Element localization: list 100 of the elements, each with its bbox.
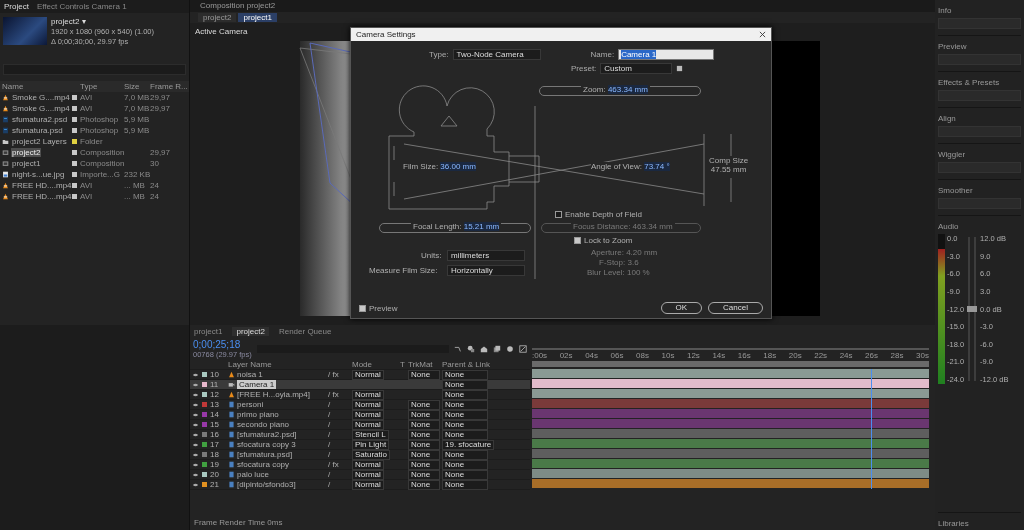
panel-header[interactable]: Preview	[938, 38, 1021, 51]
shape-icon[interactable]	[480, 345, 488, 353]
label-swatch[interactable]	[72, 128, 77, 133]
composition-tab[interactable]: project1	[238, 13, 277, 22]
label-swatch[interactable]	[202, 382, 207, 387]
current-time[interactable]: 0;00;25;18	[193, 339, 252, 350]
project-item[interactable]: project2 Layers	[11, 137, 68, 146]
layer-row[interactable]: 21 [dipinto/sfondo3] / Normal None None	[190, 480, 530, 490]
layer-row[interactable]: 11 Camera 1 None	[190, 380, 530, 390]
layer-name[interactable]: [sfumatura2.psd]	[237, 430, 297, 439]
parent-dropdown[interactable]: None	[442, 369, 488, 380]
layer-row[interactable]: 20 palo luce / Normal None None	[190, 470, 530, 480]
mask-icon[interactable]	[467, 345, 475, 353]
layer-name[interactable]: [FREE H...oyia.mp4]	[237, 390, 310, 399]
units-dropdown[interactable]: millimeters	[447, 250, 525, 261]
panel-tab[interactable]: Effect Controls Camera 1	[36, 2, 127, 11]
column-heading[interactable]: Parent & Link	[442, 360, 504, 369]
label-swatch[interactable]	[72, 183, 77, 188]
panel-header[interactable]: Align	[938, 110, 1021, 123]
layer-name[interactable]: personi	[237, 400, 264, 409]
parent-dropdown[interactable]: None	[442, 459, 488, 470]
layer-switches[interactable]: / fx	[328, 370, 339, 379]
label-swatch[interactable]	[72, 150, 77, 155]
close-icon[interactable]	[759, 31, 766, 38]
mode-dropdown[interactable]: Normal	[352, 419, 384, 430]
layer-row[interactable]: 13 personi / Normal None None	[190, 400, 530, 410]
mode-dropdown[interactable]: Stencil L	[352, 429, 389, 440]
layer-switches[interactable]: /	[328, 400, 331, 409]
name-field[interactable]: Camera 1	[618, 49, 715, 60]
project-item[interactable]: project1	[11, 159, 42, 168]
layer-name[interactable]: primo piano	[237, 410, 279, 419]
label-swatch[interactable]	[202, 412, 207, 417]
parent-dropdown[interactable]: None	[442, 449, 488, 460]
label-swatch[interactable]	[72, 139, 77, 144]
label-swatch[interactable]	[72, 161, 77, 166]
layer-name[interactable]: noisa 1	[237, 370, 263, 379]
layer-switches[interactable]: /	[328, 470, 331, 479]
layer-name[interactable]: secondo piano	[237, 420, 290, 429]
graph-icon[interactable]	[454, 345, 462, 353]
track-matte-dropdown[interactable]: None	[408, 429, 440, 440]
parent-dropdown[interactable]: 19. sfocature	[442, 439, 495, 450]
track-matte-dropdown[interactable]: None	[408, 449, 440, 460]
project-item[interactable]: sfumatura2.psd	[11, 115, 69, 124]
panel-tab[interactable]: Project	[4, 2, 29, 11]
panel-header[interactable]: Audio	[938, 218, 1021, 231]
track-matte-dropdown[interactable]: None	[408, 409, 440, 420]
preview-checkbox[interactable]: Preview	[359, 303, 398, 313]
graph-editor-icon[interactable]	[519, 345, 527, 353]
timeline-tab[interactable]: project1	[194, 327, 223, 336]
label-swatch[interactable]	[202, 442, 207, 447]
project-item[interactable]: project2	[11, 148, 42, 157]
parent-dropdown[interactable]: None	[442, 469, 488, 480]
column-heading[interactable]: Layer Name	[228, 360, 328, 369]
timeline-tab[interactable]: project2	[232, 327, 269, 336]
layer-switches[interactable]: /	[328, 420, 331, 429]
panel-title[interactable]: Composition project2	[200, 1, 276, 10]
mode-dropdown[interactable]: Normal	[352, 399, 384, 410]
layer-switches[interactable]: / fx	[328, 390, 339, 399]
layer-row[interactable]: 14 primo piano / Normal None None	[190, 410, 530, 420]
layers-icon[interactable]	[493, 345, 501, 353]
label-swatch[interactable]	[72, 106, 77, 111]
project-item[interactable]: FREE HD....mp4	[11, 192, 73, 201]
project-item[interactable]: Smoke G....mp4	[11, 93, 71, 102]
parent-dropdown[interactable]: None	[442, 389, 488, 400]
layer-name[interactable]: [sfumatura.psd]	[237, 450, 293, 459]
parent-dropdown[interactable]: None	[442, 419, 488, 430]
parent-dropdown[interactable]: None	[442, 399, 488, 410]
layer-switches[interactable]: /	[328, 440, 331, 449]
circle-icon[interactable]	[506, 345, 514, 353]
panel-header[interactable]: Smoother	[938, 182, 1021, 195]
label-swatch[interactable]	[72, 172, 77, 177]
label-swatch[interactable]	[72, 95, 77, 100]
track-matte-dropdown[interactable]: None	[408, 479, 440, 490]
track-matte-dropdown[interactable]: None	[408, 369, 440, 380]
label-swatch[interactable]	[72, 117, 77, 122]
layer-switches[interactable]: /	[328, 430, 331, 439]
parent-dropdown[interactable]: None	[442, 379, 488, 390]
comp-name[interactable]: project2 ▾	[51, 17, 154, 26]
layer-name[interactable]: sfocatura copy 3	[237, 440, 296, 449]
layer-name[interactable]: [dipinto/sfondo3]	[237, 480, 296, 489]
mode-dropdown[interactable]: Normal	[352, 479, 384, 490]
layer-name[interactable]: sfocatura copy	[237, 460, 290, 469]
label-swatch[interactable]	[202, 422, 207, 427]
panel-header[interactable]: Info	[938, 2, 1021, 15]
mode-dropdown[interactable]: Pin Light	[352, 439, 390, 450]
project-item[interactable]: Smoke G....mp4	[11, 104, 71, 113]
layer-name[interactable]: palo luce	[237, 470, 270, 479]
layer-row[interactable]: 16 [sfumatura2.psd] / Stencil L None None	[190, 430, 530, 440]
ok-button[interactable]: OK	[660, 302, 703, 314]
timeline-tab[interactable]: Render Queue	[278, 327, 332, 336]
label-swatch[interactable]	[202, 402, 207, 407]
column-heading[interactable]: Frame R...	[150, 82, 189, 91]
cancel-button[interactable]: Cancel	[708, 302, 763, 314]
preset-dropdown[interactable]: Custom	[600, 63, 673, 74]
column-heading[interactable]: TrkMat	[408, 360, 442, 369]
label-swatch[interactable]	[202, 452, 207, 457]
mode-dropdown[interactable]: Normal	[352, 369, 384, 380]
parent-dropdown[interactable]: None	[442, 409, 488, 420]
mode-dropdown[interactable]: Normal	[352, 389, 384, 400]
project-item[interactable]: FREE HD....mp4	[11, 181, 73, 190]
